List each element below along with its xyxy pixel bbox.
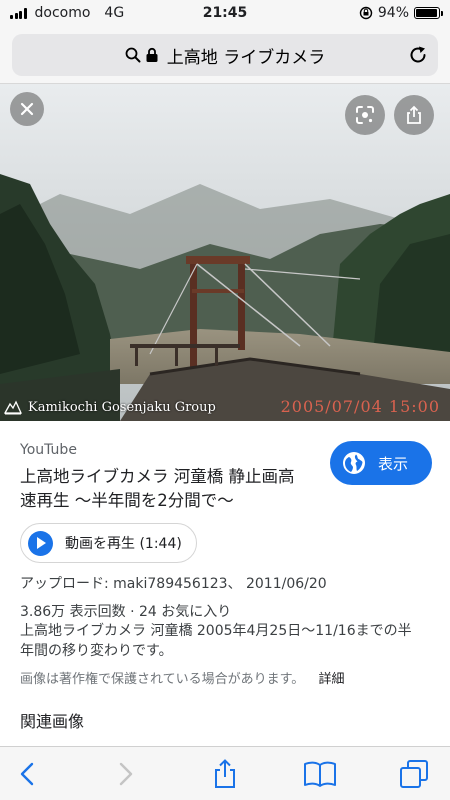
lens-button[interactable] — [345, 95, 385, 135]
share-icon — [407, 105, 421, 124]
description: 上高地ライブカメラ 河童橋 2005年4月25日〜11/16までの半年間の移り変… — [20, 623, 412, 659]
mountain-logo-icon — [4, 400, 22, 415]
details-link[interactable]: 詳細 — [318, 672, 344, 687]
visit-label: 表示 — [378, 454, 409, 473]
orientation-lock-icon — [359, 6, 373, 20]
close-icon — [20, 102, 34, 116]
source-name: YouTube — [20, 442, 77, 458]
result-title[interactable]: 上高地ライブカメラ 河童橋 静止画高速再生 〜半年間を2分間で〜 — [20, 465, 310, 513]
visit-button[interactable]: 表示 — [330, 441, 432, 485]
copyright-line: 画像は著作権で保護されている場合があります。 詳細 — [20, 668, 344, 687]
status-right: 94% — [359, 5, 443, 21]
share-page-button[interactable] — [210, 759, 240, 789]
address-bar[interactable]: 上高地 ライブカメラ — [12, 34, 438, 76]
copyright-notice: 画像は著作権で保護されている場合があります。 — [20, 672, 305, 687]
battery-fill — [416, 9, 437, 17]
browser-toolbar — [0, 746, 450, 800]
timestamp-overlay: 2005/07/04 15:00 — [280, 397, 440, 416]
stats-line: 3.86万 表示回数 · 24 お気に入り — [20, 604, 232, 620]
tabs-icon — [400, 760, 428, 788]
bookmarks-button[interactable] — [303, 759, 337, 789]
search-icon — [125, 47, 141, 63]
tabs-button[interactable] — [398, 759, 430, 789]
share-button[interactable] — [394, 95, 434, 135]
play-triangle — [36, 537, 46, 549]
url-title: 上高地 ライブカメラ — [166, 47, 326, 68]
reload-icon[interactable] — [406, 43, 430, 67]
play-icon — [28, 530, 53, 556]
lock-icon — [146, 47, 158, 62]
back-button[interactable] — [12, 759, 42, 789]
forward-button[interactable] — [111, 759, 141, 789]
battery-percent: 94% — [377, 5, 409, 21]
play-video-chip[interactable]: 動画を再生 (1:44) — [20, 523, 197, 563]
play-label: 動画を再生 (1:44) — [65, 536, 182, 552]
lens-icon — [356, 106, 374, 124]
status-bar: docomo 4G 21:45 94% — [0, 0, 450, 28]
browser-address-area: 上高地 ライブカメラ — [0, 28, 450, 84]
share-icon — [215, 759, 235, 788]
watermark-text: Kamikochi Gosenjaku Group — [28, 399, 216, 415]
forward-icon — [119, 762, 133, 786]
related-heading: 関連画像 — [20, 712, 85, 731]
close-button[interactable] — [10, 92, 44, 126]
battery-icon — [414, 7, 443, 19]
watermark-logo: Kamikochi Gosenjaku Group — [4, 399, 216, 415]
upload-info: アップロード: maki789456123、 2011/06/20 — [20, 576, 327, 592]
preview-image[interactable] — [0, 84, 450, 421]
bookmarks-icon — [304, 761, 336, 787]
image-viewer: Kamikochi Gosenjaku Group 2005/07/04 15:… — [0, 84, 450, 421]
back-icon — [20, 762, 34, 786]
globe-icon — [343, 452, 365, 474]
